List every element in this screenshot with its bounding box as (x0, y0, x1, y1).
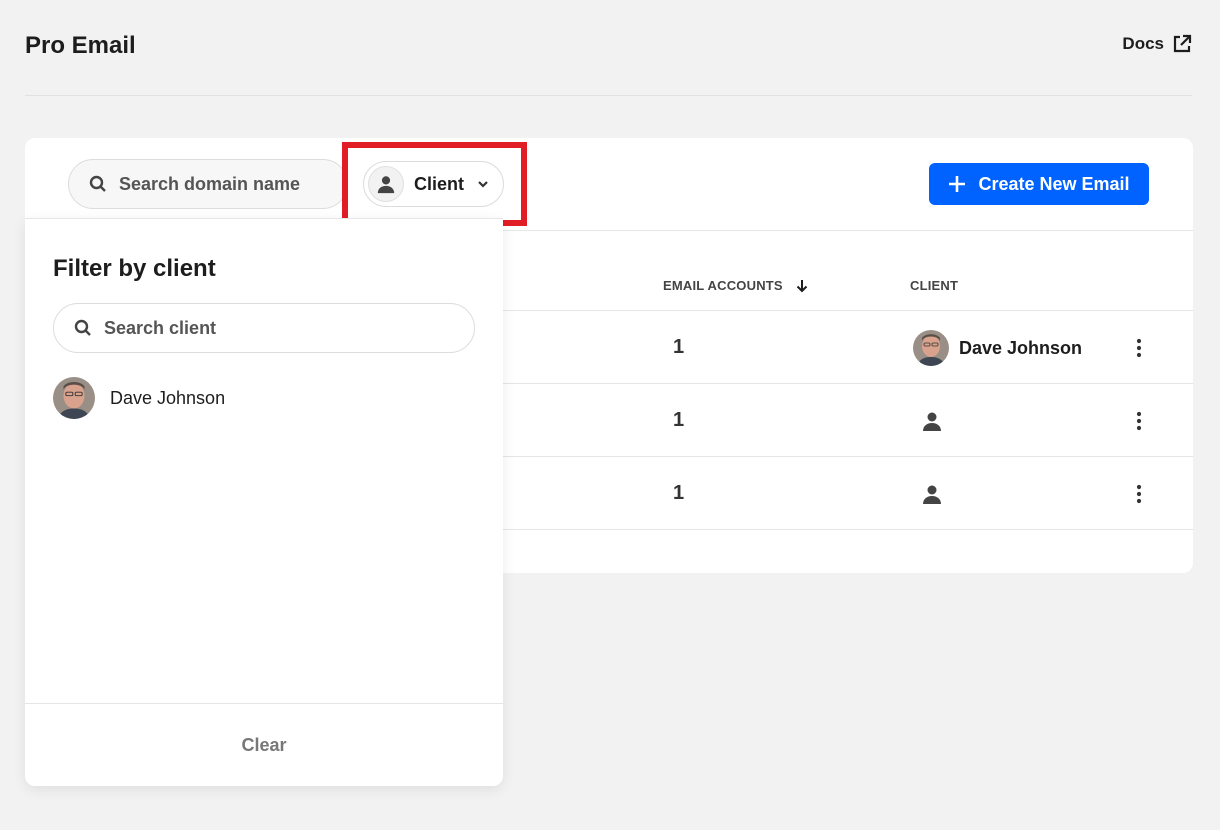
column-header-email-accounts-label: EMAIL ACCOUNTS (663, 278, 783, 293)
email-accounts-count: 1 (673, 409, 685, 431)
client-name: Dave Johnson (959, 337, 1083, 358)
kebab-menu-icon (1136, 338, 1142, 358)
row-menu-button[interactable] (1133, 409, 1145, 433)
domain-search-input[interactable] (119, 173, 319, 195)
table-row[interactable]: 1 (503, 384, 1193, 457)
row-menu-button[interactable] (1133, 482, 1145, 506)
client-option-name: Dave Johnson (110, 387, 226, 408)
email-accounts-count: 1 (673, 482, 685, 504)
client-cell (921, 410, 953, 432)
kebab-menu-icon (1136, 411, 1142, 431)
kebab-menu-icon (1136, 484, 1142, 504)
column-header-email-accounts[interactable]: EMAIL ACCOUNTS (663, 278, 809, 293)
table-row[interactable]: 1 Dave Johnson (503, 311, 1193, 384)
client-option[interactable]: Dave Johnson (53, 377, 225, 419)
person-icon (377, 176, 395, 194)
create-new-email-button[interactable]: Create New Email (929, 163, 1149, 205)
table-row[interactable]: 1 (503, 457, 1193, 530)
page-title: Pro Email (25, 32, 136, 59)
search-icon (89, 175, 106, 192)
external-link-icon (1173, 34, 1192, 53)
docs-label: Docs (1122, 34, 1164, 53)
client-avatar (913, 330, 949, 366)
client-filter-panel: Filter by client Dave Johnson Clear (25, 218, 503, 786)
search-icon (74, 319, 91, 336)
arrow-down-icon (796, 279, 808, 292)
column-header-client: CLIENT (910, 278, 959, 293)
email-accounts-count: 1 (673, 336, 685, 358)
chevron-down-icon (478, 181, 488, 188)
client-search-input[interactable] (104, 317, 304, 339)
domain-search-box[interactable] (68, 159, 348, 209)
filter-panel-title: Filter by client (53, 255, 216, 282)
create-button-label: Create New Email (978, 173, 1130, 194)
row-menu-button[interactable] (1133, 336, 1145, 360)
clear-button[interactable]: Clear (241, 735, 286, 756)
person-icon (923, 485, 941, 504)
person-icon (923, 412, 941, 431)
filter-panel-footer: Clear (25, 703, 503, 786)
client-search-box[interactable] (53, 303, 475, 353)
client-filter-button[interactable]: Client (363, 161, 504, 207)
docs-link[interactable]: Docs (1122, 34, 1192, 54)
client-avatar (53, 377, 95, 419)
client-cell: Dave Johnson (913, 330, 1082, 366)
client-filter-label: Client (414, 173, 465, 194)
plus-icon (949, 176, 966, 192)
client-avatar-placeholder (368, 166, 404, 202)
page-header: Pro Email Docs (25, 0, 1192, 96)
client-cell (921, 483, 953, 505)
